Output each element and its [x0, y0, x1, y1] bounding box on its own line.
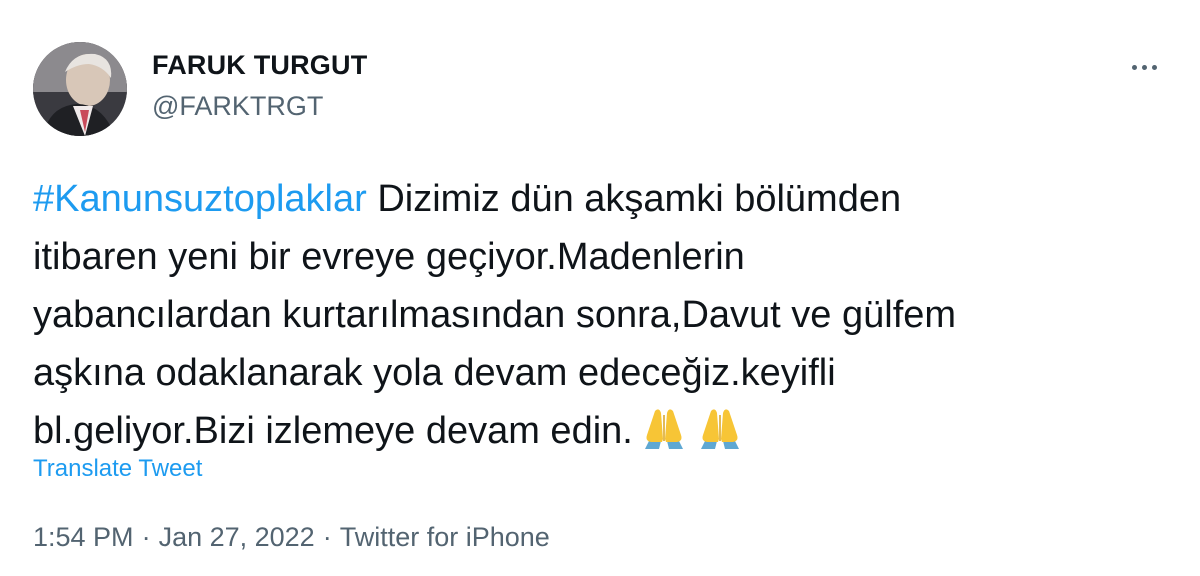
translate-tweet-link[interactable]: Translate Tweet — [33, 455, 202, 483]
tweet-text: #Kanunsuztoplaklar Dizimiz dün akşamki b… — [33, 170, 1173, 460]
tweet-meta: 1:54 PM · Jan 27, 2022 · Twitter for iPhone — [33, 522, 550, 553]
avatar[interactable] — [33, 42, 127, 136]
tweet-line: yabancılardan kurtarılmasından sonra,Dav… — [33, 294, 957, 336]
profile-photo-icon — [33, 42, 127, 136]
tweet-line: itibaren yeni bir evreye geçiyor.Madenle… — [33, 236, 745, 278]
more-dot-icon — [1131, 64, 1137, 70]
tweet-text-segment: Dizimiz dün akşamki bölümden — [366, 178, 902, 220]
more-dot-icon — [1151, 64, 1157, 70]
user-handle[interactable]: @FARKTRGT — [152, 91, 323, 122]
tweet-card: FARUK TURGUT @FARKTRGT #Kanunsuztoplakla… — [0, 0, 1200, 576]
tweet-line: #Kanunsuztoplaklar Dizimiz dün akşamki b… — [33, 170, 1173, 228]
more-dot-icon — [1141, 64, 1147, 70]
folded-hands-icon — [695, 405, 745, 451]
folded-hands-icon — [639, 405, 689, 451]
meta-separator: · — [322, 522, 332, 552]
tweet-line: aşkına odaklanarak yola devam edeceğiz.k… — [33, 352, 836, 394]
tweet-time[interactable]: 1:54 PM — [33, 522, 134, 552]
tweet-date[interactable]: Jan 27, 2022 — [159, 522, 315, 552]
tweet-source[interactable]: Twitter for iPhone — [340, 522, 550, 552]
tweet-line: bl.geliyor.Bizi izlemeye devam edin. — [33, 402, 1173, 460]
tweet-text-segment: bl.geliyor.Bizi izlemeye devam edin. — [33, 410, 633, 452]
display-name[interactable]: FARUK TURGUT — [152, 50, 367, 81]
hashtag-link[interactable]: #Kanunsuztoplaklar — [33, 178, 367, 220]
meta-separator: · — [141, 522, 151, 552]
more-options-button[interactable] — [1124, 50, 1164, 84]
